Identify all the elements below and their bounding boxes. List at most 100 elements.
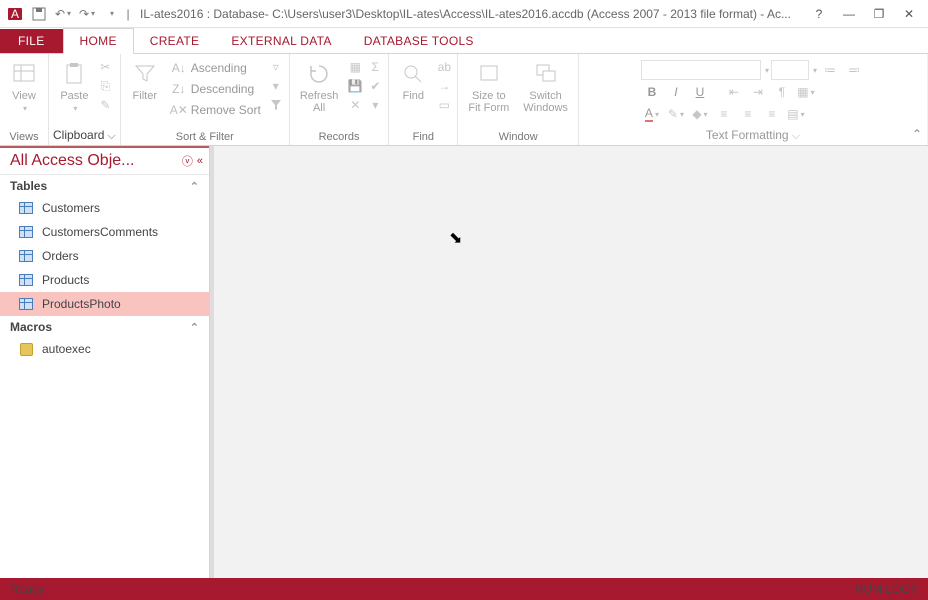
qat-separator: |	[124, 3, 132, 25]
alternate-row-icon[interactable]: ▤▾	[785, 104, 807, 124]
font-color-icon[interactable]: A▾	[641, 104, 663, 124]
bold-button[interactable]: B	[641, 82, 663, 102]
numbering-icon[interactable]: ≕	[843, 60, 865, 80]
group-find-label: Find	[393, 130, 453, 145]
table-productsphoto[interactable]: ProductsPhoto	[0, 292, 209, 316]
size-to-fit-label: Size to Fit Form	[468, 90, 509, 114]
minimize-icon[interactable]: —	[840, 5, 858, 23]
size-to-fit-icon	[475, 60, 503, 88]
advanced-filter-icon[interactable]: ▾	[267, 77, 285, 95]
group-window-label: Window	[462, 130, 574, 145]
macro-icon	[18, 341, 34, 357]
restore-icon[interactable]: ❐	[870, 5, 888, 23]
gridlines-icon[interactable]: ▦▾	[795, 82, 817, 102]
spelling-icon[interactable]: ✔	[366, 77, 384, 95]
collapse-ribbon-icon[interactable]: ⌃	[912, 127, 922, 141]
tab-database-tools[interactable]: DATABASE TOOLS	[348, 29, 490, 53]
section-macros-label: Macros	[10, 320, 52, 334]
tab-file[interactable]: FILE	[0, 29, 63, 53]
new-record-icon[interactable]: ▦	[346, 58, 364, 76]
size-to-fit-button[interactable]: Size to Fit Form	[462, 58, 515, 116]
section-tables[interactable]: Tables⌃	[0, 175, 209, 196]
refresh-all-button[interactable]: Refresh All	[294, 58, 345, 116]
italic-button[interactable]: I	[665, 82, 687, 102]
font-name-input[interactable]	[641, 60, 761, 80]
font-size-input[interactable]	[771, 60, 809, 80]
cut-icon[interactable]: ✂	[96, 58, 114, 76]
table-icon	[18, 296, 34, 312]
filter-icon	[131, 60, 159, 88]
table-products[interactable]: Products	[0, 268, 209, 292]
ribbon-tabs: FILE HOME CREATE EXTERNAL DATA DATABASE …	[0, 28, 928, 54]
decrease-indent-icon[interactable]: ⇤	[723, 82, 745, 102]
text-direction-icon[interactable]: ¶	[771, 82, 793, 102]
toggle-filter-icon[interactable]	[267, 96, 285, 114]
nav-collapse-icon[interactable]: «	[197, 155, 203, 167]
more-records-icon[interactable]: ▾	[366, 96, 384, 114]
align-left-icon[interactable]: ≡	[713, 104, 735, 124]
table-products-label: Products	[42, 273, 89, 287]
title-bar: A ↶▾ ↷▾ ▾ | IL-ates2016 : Database- C:\U…	[0, 0, 928, 28]
find-button[interactable]: Find	[393, 58, 433, 104]
save-icon[interactable]	[28, 3, 50, 25]
switch-windows-button[interactable]: Switch Windows	[517, 58, 574, 116]
cursor-icon: ⬊	[449, 228, 462, 248]
ribbon: View ▾ Views Paste ▾ ✂ ⎘ ✎ Clipboard ⌵	[0, 54, 928, 146]
align-center-icon[interactable]: ≡	[737, 104, 759, 124]
table-orders-label: Orders	[42, 249, 79, 263]
find-label: Find	[403, 90, 424, 102]
group-views: View ▾ Views	[0, 54, 49, 145]
paste-button[interactable]: Paste ▾	[54, 58, 94, 115]
refresh-icon	[305, 60, 333, 88]
group-records-label: Records	[294, 130, 385, 145]
help-icon[interactable]: ?	[810, 5, 828, 23]
bullets-icon[interactable]: ≔	[819, 60, 841, 80]
descending-button[interactable]: Z↓Descending	[167, 79, 265, 99]
fill-color-icon[interactable]: ◆▾	[689, 104, 711, 124]
table-customers-label: Customers	[42, 201, 100, 215]
chevron-down-icon: ▾	[21, 104, 27, 113]
table-customerscomments[interactable]: CustomersComments	[0, 220, 209, 244]
chevron-down-icon: ▾	[71, 104, 77, 113]
underline-button[interactable]: U	[689, 82, 711, 102]
save-record-icon[interactable]: 💾	[346, 77, 364, 95]
close-icon[interactable]: ✕	[900, 5, 918, 23]
macro-autoexec[interactable]: autoexec	[0, 337, 209, 361]
work-area: All Access Obje... ⓥ « Tables⌃ Customers…	[0, 146, 928, 578]
format-painter-icon[interactable]: ✎	[96, 96, 114, 114]
table-orders[interactable]: Orders	[0, 244, 209, 268]
tab-external-data[interactable]: EXTERNAL DATA	[215, 29, 347, 53]
switch-windows-label: Switch Windows	[523, 90, 568, 114]
undo-icon[interactable]: ↶▾	[52, 3, 74, 25]
table-customers[interactable]: Customers	[0, 196, 209, 220]
redo-icon[interactable]: ↷▾	[76, 3, 98, 25]
selection-filter-icon[interactable]: ▿	[267, 58, 285, 76]
group-clipboard: Paste ▾ ✂ ⎘ ✎ Clipboard ⌵	[49, 54, 121, 145]
group-sortfilter-label: Sort & Filter	[125, 130, 285, 145]
select-icon[interactable]: ▭	[435, 96, 453, 114]
totals-icon[interactable]: Σ	[366, 58, 384, 76]
replace-icon[interactable]: ab	[435, 58, 453, 76]
nav-dropdown-icon[interactable]: ⓥ	[182, 153, 193, 169]
copy-icon[interactable]: ⎘	[96, 77, 114, 95]
delete-record-icon[interactable]: ✕	[346, 96, 364, 114]
chevron-up-icon: ⌃	[190, 180, 199, 193]
tab-create[interactable]: CREATE	[134, 29, 216, 53]
refresh-label: Refresh All	[300, 90, 339, 114]
qat-customize-icon[interactable]: ▾	[100, 3, 122, 25]
filter-button[interactable]: Filter	[125, 58, 165, 104]
increase-indent-icon[interactable]: ⇥	[747, 82, 769, 102]
goto-icon[interactable]: →	[435, 77, 453, 95]
align-right-icon[interactable]: ≡	[761, 104, 783, 124]
group-records: Refresh All ▦ 💾 ✕ Σ ✔ ▾ Records	[290, 54, 390, 145]
view-button[interactable]: View ▾	[4, 58, 44, 115]
chevron-up-icon: ⌃	[190, 321, 199, 334]
ascending-button[interactable]: A↓Ascending	[167, 58, 265, 78]
highlight-icon[interactable]: ✎▾	[665, 104, 687, 124]
remove-sort-button[interactable]: A✕Remove Sort	[167, 100, 265, 120]
tab-home[interactable]: HOME	[63, 28, 134, 54]
window-title: IL-ates2016 : Database- C:\Users\user3\D…	[132, 7, 810, 21]
nav-header[interactable]: All Access Obje... ⓥ «	[0, 146, 209, 175]
access-app-icon[interactable]: A	[4, 3, 26, 25]
section-macros[interactable]: Macros ⌃	[0, 316, 209, 337]
